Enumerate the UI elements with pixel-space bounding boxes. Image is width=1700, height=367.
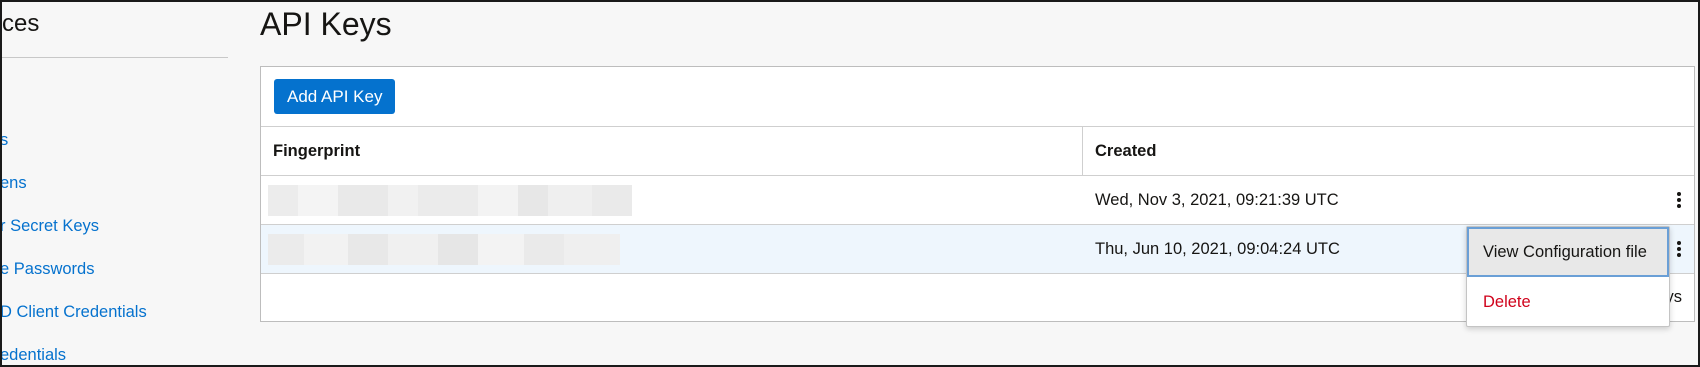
page-title: API Keys	[260, 6, 392, 42]
created-cell: Thu, Jun 10, 2021, 09:04:24 UTC	[1095, 240, 1340, 258]
menu-item-view-configuration-file[interactable]: View Configuration file	[1467, 227, 1669, 277]
row-actions-menu: View Configuration file Delete	[1466, 226, 1670, 327]
row-actions-kebab-icon[interactable]	[1670, 188, 1688, 212]
sidebar: ces s ens r Secret Keys e Passwords D Cl…	[0, 0, 228, 367]
sidebar-title: ces	[2, 10, 40, 37]
sidebar-item-auth-tokens[interactable]: ens	[0, 174, 27, 193]
table-header: Fingerprint Created	[261, 126, 1694, 176]
sidebar-item-credentials[interactable]: edentials	[0, 346, 66, 365]
row-actions-kebab-icon[interactable]	[1670, 237, 1688, 261]
column-header-fingerprint[interactable]: Fingerprint	[261, 127, 1083, 175]
table-row: Wed, Nov 3, 2021, 09:21:39 UTC	[261, 176, 1694, 225]
sidebar-item-db-passwords[interactable]: e Passwords	[0, 260, 94, 279]
column-header-created[interactable]: Created	[1083, 127, 1683, 175]
menu-item-delete[interactable]: Delete	[1467, 277, 1669, 327]
add-api-key-button[interactable]: Add API Key	[274, 79, 396, 114]
sidebar-item-oauth-client-credentials[interactable]: D Client Credentials	[0, 303, 147, 322]
sidebar-item-customer-secret-keys[interactable]: r Secret Keys	[0, 217, 99, 236]
sidebar-item-api-keys[interactable]: s	[0, 131, 8, 150]
created-cell: Wed, Nov 3, 2021, 09:21:39 UTC	[1095, 191, 1339, 209]
sidebar-divider	[0, 57, 228, 58]
fingerprint-redacted	[268, 234, 620, 265]
fingerprint-redacted	[268, 185, 632, 216]
